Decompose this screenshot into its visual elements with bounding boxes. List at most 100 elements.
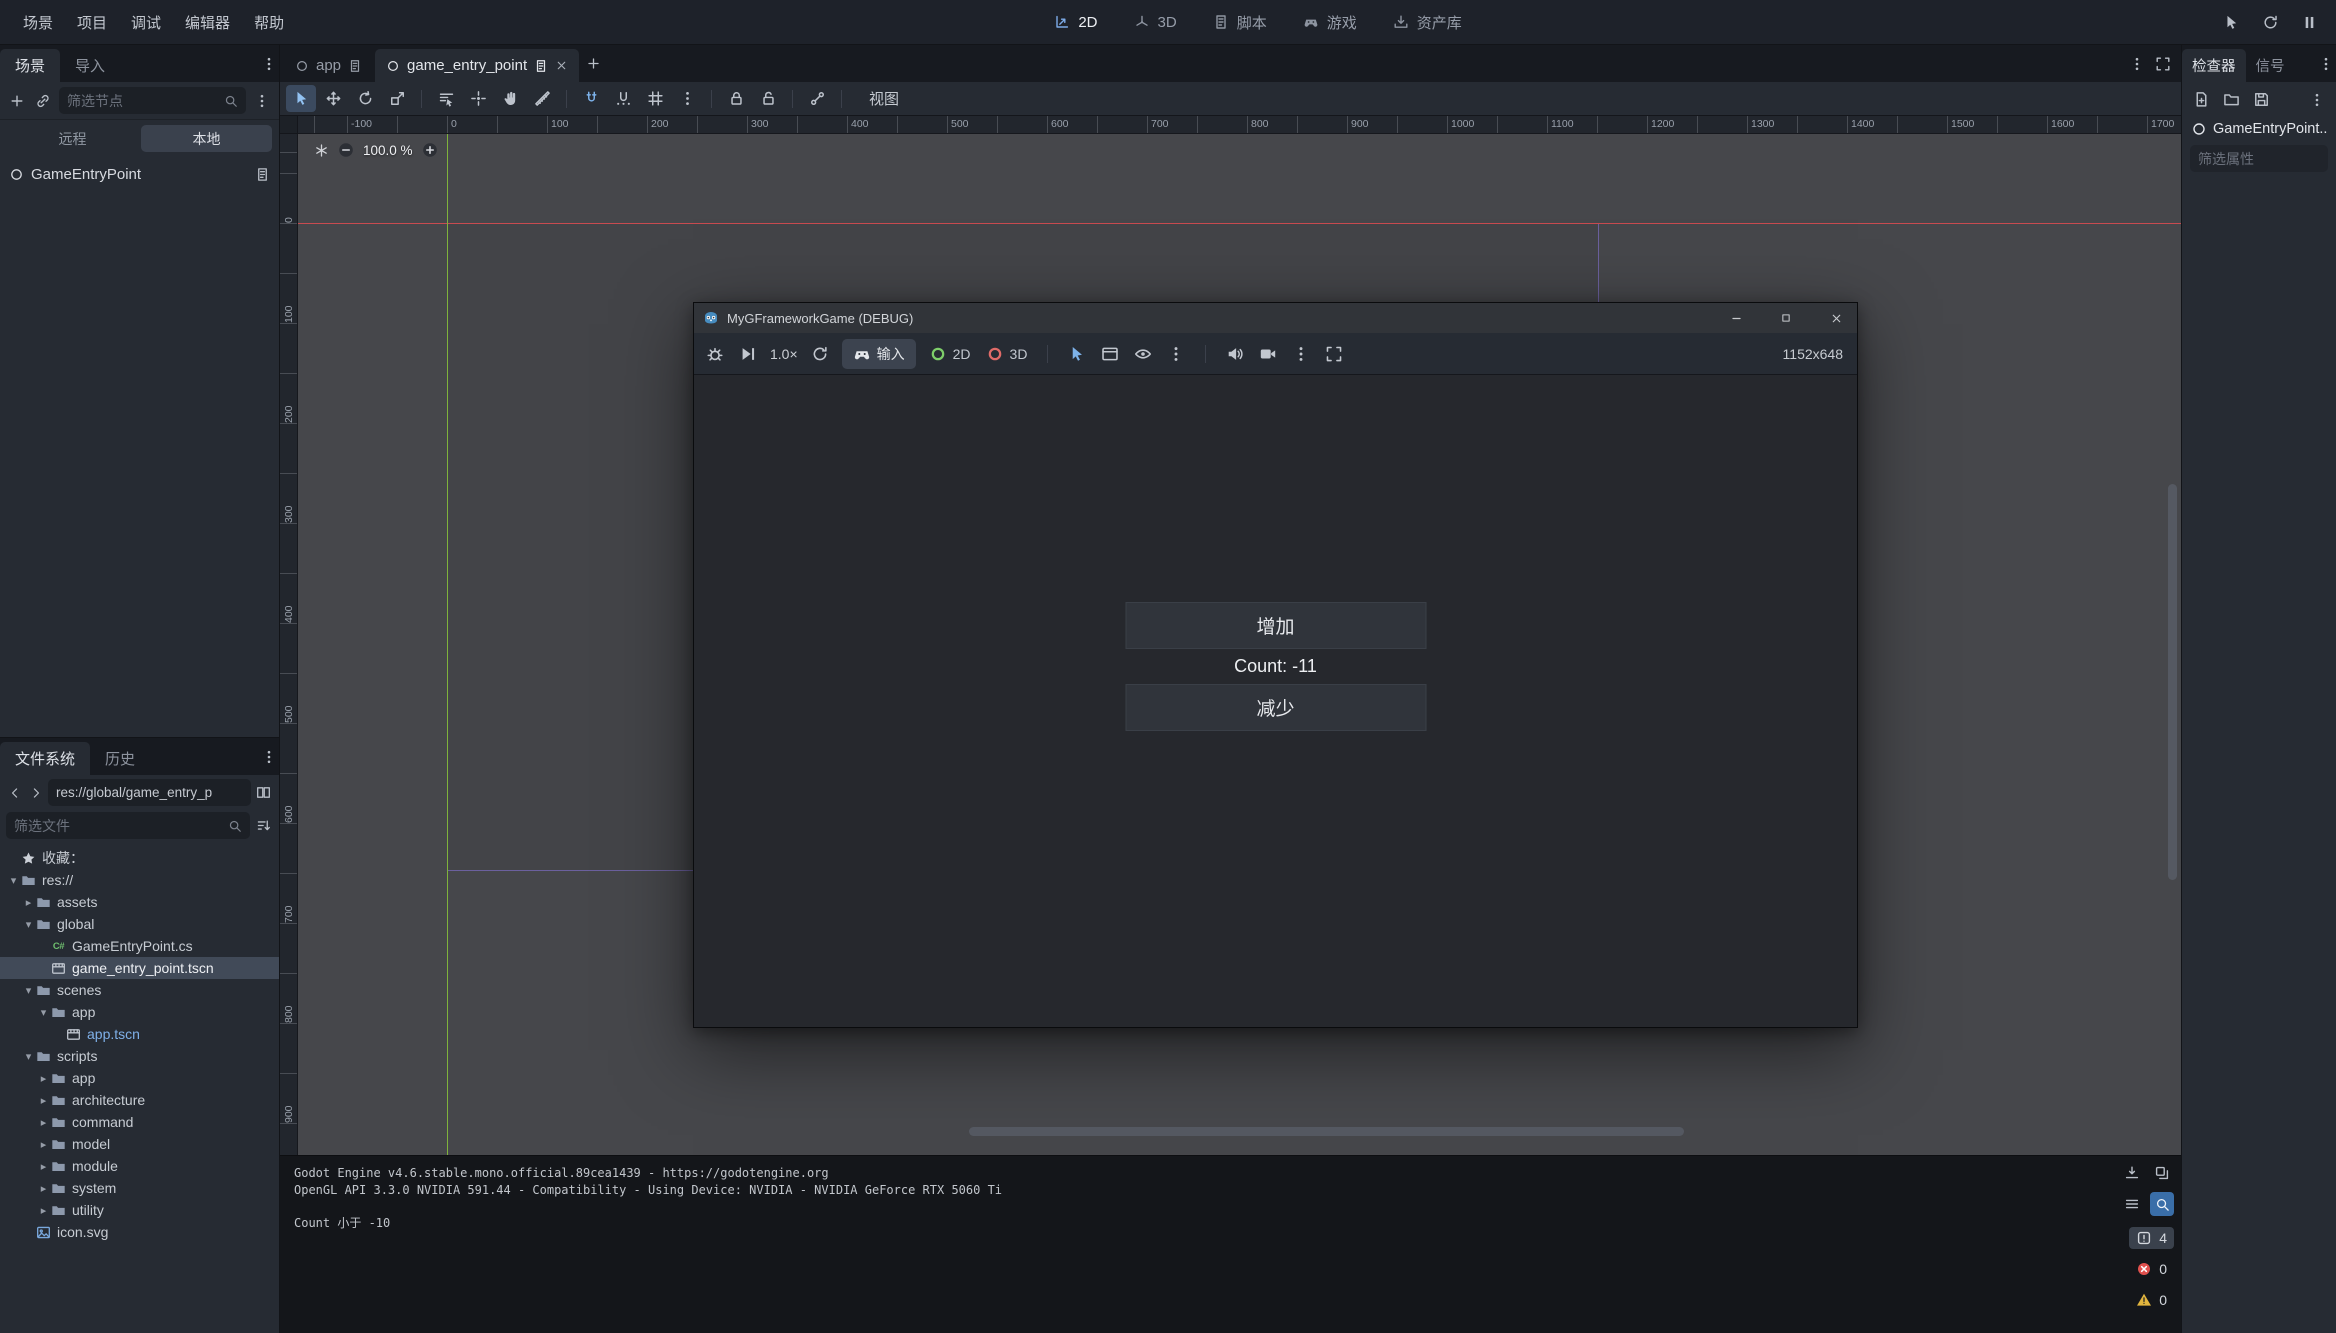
show-grid-button[interactable] bbox=[640, 85, 670, 112]
history-back-button[interactable] bbox=[6, 784, 24, 802]
scale-tool-button[interactable] bbox=[382, 85, 412, 112]
minimize-button[interactable] bbox=[1715, 303, 1757, 333]
tree-arrow-icon[interactable]: ▸ bbox=[36, 1138, 51, 1151]
script-icon[interactable] bbox=[348, 59, 362, 73]
scene-tree-options-button[interactable] bbox=[252, 91, 272, 111]
snap-options-button[interactable] bbox=[672, 85, 702, 112]
view-menu-button[interactable]: 视图 bbox=[857, 85, 911, 112]
workspace-3d[interactable]: 3D bbox=[1134, 14, 1177, 31]
list-select-tool-button[interactable] bbox=[431, 85, 461, 112]
scene-dock-tab-import[interactable]: 导入 bbox=[60, 49, 120, 82]
embed-fullscreen-button[interactable] bbox=[1323, 341, 1345, 367]
distraction-free-button[interactable] bbox=[2153, 54, 2173, 74]
fs-item-command[interactable]: ▸command bbox=[0, 1111, 279, 1133]
decrease-button[interactable]: 减少 bbox=[1125, 684, 1426, 731]
add-node-button[interactable] bbox=[7, 91, 27, 111]
workspace-game[interactable]: 游戏 bbox=[1303, 12, 1357, 33]
messages-filter-button[interactable]: 4 bbox=[2129, 1227, 2174, 1249]
scene-tab-game_entry_point[interactable]: game_entry_point bbox=[375, 49, 579, 82]
fs-item-scripts[interactable]: ▾scripts bbox=[0, 1045, 279, 1067]
menu-editor[interactable]: 编辑器 bbox=[174, 7, 241, 38]
tree-arrow-icon[interactable]: ▾ bbox=[21, 1050, 36, 1063]
maximize-button[interactable] bbox=[1765, 303, 1807, 333]
workspace-script[interactable]: 脚本 bbox=[1213, 12, 1267, 33]
fs-item-utility[interactable]: ▸utility bbox=[0, 1199, 279, 1221]
rotate-tool-button[interactable] bbox=[350, 85, 380, 112]
fs-item-app.tscn[interactable]: app.tscn bbox=[0, 1023, 279, 1045]
fs-item-res[interactable]: ▾res:// bbox=[0, 869, 279, 891]
fs-item-icon.svg[interactable]: icon.svg bbox=[0, 1221, 279, 1243]
scene-node-root[interactable]: GameEntryPoint bbox=[0, 160, 279, 189]
filter-properties-input[interactable]: 筛选属性 bbox=[2190, 145, 2328, 172]
errors-filter-button[interactable]: 0 bbox=[2129, 1258, 2174, 1280]
new-scene-tab-button[interactable] bbox=[584, 54, 603, 73]
fs-item-model[interactable]: ▸model bbox=[0, 1133, 279, 1155]
select-mode-button[interactable] bbox=[1066, 341, 1088, 367]
fs-item-global[interactable]: ▾global bbox=[0, 913, 279, 935]
inspector-menu-button[interactable] bbox=[2316, 54, 2336, 74]
menu-scene[interactable]: 场景 bbox=[12, 7, 64, 38]
history-forward-button[interactable] bbox=[27, 784, 45, 802]
output-log[interactable]: Godot Engine v4.6.stable.mono.official.8… bbox=[280, 1156, 2181, 1231]
filter-nodes-input[interactable]: 筛选节点 bbox=[59, 87, 246, 114]
fs-item-assets[interactable]: ▸assets bbox=[0, 891, 279, 913]
fs-item-app[interactable]: ▾app bbox=[0, 1001, 279, 1023]
fs-item-module[interactable]: ▸module bbox=[0, 1155, 279, 1177]
save-output-button[interactable] bbox=[2120, 1161, 2144, 1185]
search-output-button[interactable] bbox=[2150, 1192, 2174, 1216]
vscrollbar-thumb[interactable] bbox=[2168, 484, 2177, 880]
grid-snap-button[interactable] bbox=[608, 85, 638, 112]
scene-tab-app[interactable]: app bbox=[284, 49, 373, 82]
tree-arrow-icon[interactable]: ▸ bbox=[36, 1160, 51, 1173]
smart-snap-button[interactable] bbox=[576, 85, 606, 112]
ui-select-mode-button[interactable] bbox=[1099, 341, 1121, 367]
current-path-input[interactable]: res://global/game_entry_p bbox=[48, 779, 251, 806]
reload-game-button[interactable] bbox=[2260, 12, 2281, 33]
sort-files-button[interactable] bbox=[254, 816, 273, 835]
remote-tab[interactable]: 远程 bbox=[7, 125, 138, 152]
select-tool-button[interactable] bbox=[286, 85, 316, 112]
fs-item-item[interactable]: 收藏： bbox=[0, 847, 279, 869]
load-resource-button[interactable] bbox=[2221, 89, 2242, 110]
fs-item-app[interactable]: ▸app bbox=[0, 1067, 279, 1089]
scene-tab-list-button[interactable] bbox=[2127, 54, 2147, 74]
menu-help[interactable]: 帮助 bbox=[243, 7, 295, 38]
copy-output-button[interactable] bbox=[2150, 1161, 2174, 1185]
tree-arrow-icon[interactable]: ▸ bbox=[36, 1182, 51, 1195]
hscrollbar-thumb[interactable] bbox=[969, 1127, 1684, 1136]
inspector-tab-signals[interactable]: 信号 bbox=[2246, 49, 2295, 82]
menu-debug[interactable]: 调试 bbox=[120, 7, 172, 38]
zoom-in-button[interactable] bbox=[422, 142, 438, 158]
camera-options-button[interactable] bbox=[1290, 341, 1312, 367]
audio-mute-button[interactable] bbox=[1224, 341, 1246, 367]
fs-dock-tab-filesystem[interactable]: 文件系统 bbox=[0, 742, 90, 775]
tree-arrow-icon[interactable]: ▸ bbox=[36, 1204, 51, 1217]
scene-dock-menu-button[interactable] bbox=[259, 54, 279, 74]
filter-files-input[interactable]: 筛选文件 bbox=[6, 812, 250, 839]
reset-speed-button[interactable] bbox=[809, 341, 831, 367]
game-window-titlebar[interactable]: MyGFrameworkGame (DEBUG) bbox=[694, 303, 1857, 333]
pan-tool-button[interactable] bbox=[495, 85, 525, 112]
new-resource-button[interactable] bbox=[2191, 89, 2212, 110]
game-select-button[interactable] bbox=[2221, 12, 2242, 33]
tree-arrow-icon[interactable]: ▸ bbox=[21, 896, 36, 909]
tree-arrow-icon[interactable]: ▾ bbox=[21, 984, 36, 997]
tree-arrow-icon[interactable]: ▸ bbox=[36, 1116, 51, 1129]
pause-game-button[interactable] bbox=[2299, 12, 2320, 33]
increase-button[interactable]: 增加 bbox=[1125, 602, 1426, 649]
fs-item-system[interactable]: ▸system bbox=[0, 1177, 279, 1199]
workspace-2d[interactable]: 2D bbox=[1054, 14, 1097, 31]
save-resource-button[interactable] bbox=[2251, 89, 2272, 110]
instance-scene-button[interactable] bbox=[33, 91, 53, 111]
inspector-tab-inspector[interactable]: 检查器 bbox=[2182, 49, 2246, 82]
move-tool-button[interactable] bbox=[318, 85, 348, 112]
tree-arrow-icon[interactable]: ▾ bbox=[21, 918, 36, 931]
workspace-assetlib[interactable]: 资产库 bbox=[1393, 12, 1462, 33]
speed-button[interactable]: 1.0× bbox=[770, 346, 798, 362]
next-frame-button[interactable] bbox=[737, 341, 759, 367]
debug-options-button[interactable] bbox=[704, 341, 726, 367]
fs-item-scenes[interactable]: ▾scenes bbox=[0, 979, 279, 1001]
visibility-button[interactable] bbox=[1132, 341, 1154, 367]
pivot-tool-button[interactable] bbox=[463, 85, 493, 112]
local-tab[interactable]: 本地 bbox=[141, 125, 272, 152]
